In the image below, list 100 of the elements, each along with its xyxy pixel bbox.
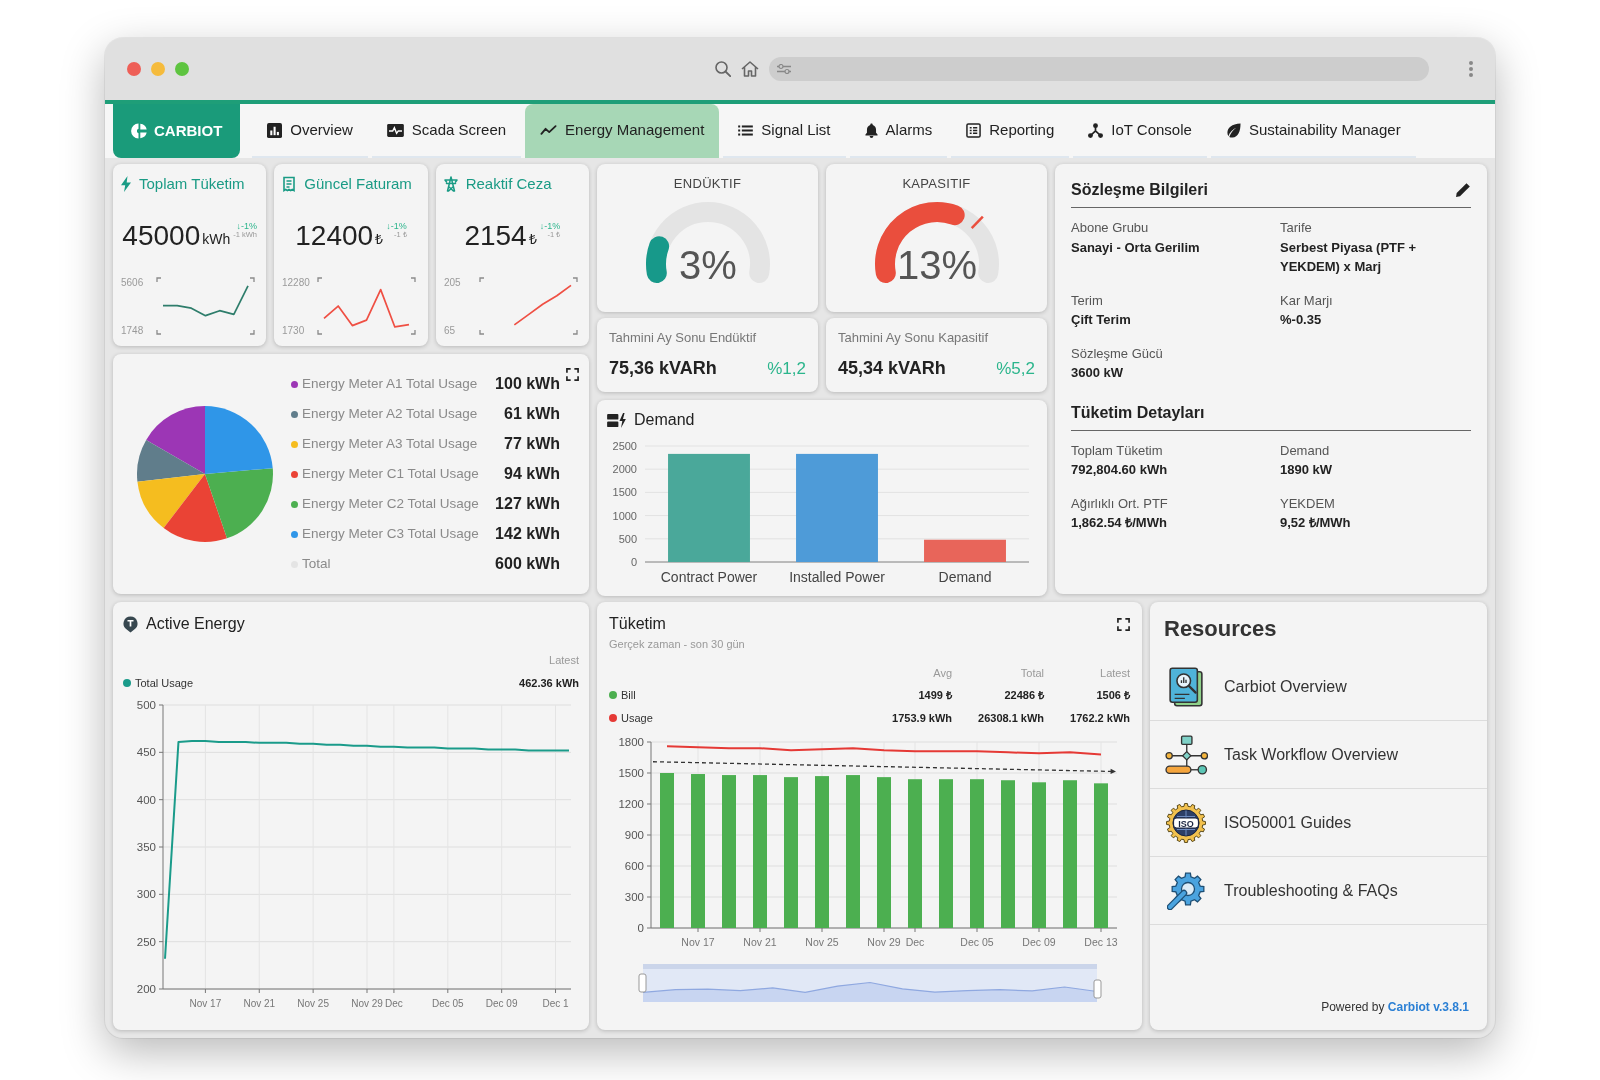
- axis-label: 1730: [282, 324, 305, 336]
- edit-icon[interactable]: [1455, 182, 1471, 198]
- receipt-icon: [282, 176, 297, 193]
- field-value: 1890 kW: [1280, 461, 1334, 479]
- axis-label: Dec: [385, 998, 403, 1009]
- axis-label: Dec 05: [431, 998, 464, 1009]
- legend-value: 127 kWh: [495, 494, 560, 514]
- axis-label: Nov 21: [743, 936, 777, 948]
- legend-value: 100 kWh: [495, 374, 560, 394]
- kpi-unit: ₺: [528, 229, 537, 249]
- column-header: Avg: [932, 665, 953, 681]
- nav-tab[interactable]: Energy Management: [525, 104, 720, 158]
- axis-label: 0: [630, 556, 637, 568]
- axis-label: 350: [136, 841, 156, 853]
- line-series: [513, 284, 572, 326]
- legend-label: Total: [302, 554, 331, 573]
- search-icon[interactable]: [715, 61, 731, 77]
- axis-label: 2000: [612, 463, 637, 476]
- legend-value: 94 kWh: [504, 464, 560, 484]
- legend-value: 61 kWh: [504, 404, 560, 424]
- stat-value: 1506 ₺: [1095, 688, 1130, 703]
- axis-label: 65: [443, 324, 455, 336]
- field-label: Ağırlıklı Ort. PTF: [1071, 494, 1169, 513]
- forecast-label: Tahmini Ay Sonu Kapasitif: [838, 329, 990, 347]
- nav-tab[interactable]: Sustainability Manager: [1210, 104, 1416, 158]
- stat-value: 22486 ₺: [1003, 688, 1045, 703]
- legend-label: Energy Meter C3 Total Usage: [302, 524, 479, 543]
- change-text: ↓-1%: [539, 221, 561, 232]
- card-subtitle: Gerçek zaman - son 30 gün: [609, 637, 745, 652]
- range-handle[interactable]: [1093, 979, 1102, 999]
- traffic-light-icon[interactable]: [127, 62, 141, 76]
- trend-line-icon: [540, 125, 558, 135]
- kpi-unit: ₺: [375, 229, 384, 249]
- gauge-title: KAPASITIF: [902, 175, 971, 193]
- legend-label: Energy Meter C1 Total Usage: [302, 464, 479, 483]
- nav-tab[interactable]: Reporting: [951, 104, 1070, 158]
- legend-label: Energy Meter A1 Total Usage: [302, 374, 478, 393]
- section-title: Sözleşme Bilgileri: [1071, 180, 1208, 200]
- resource-link[interactable]: ISO50001 Guides: [1224, 810, 1352, 835]
- field-value: %-0.35: [1280, 311, 1323, 329]
- axis-label: 900: [624, 829, 644, 841]
- resource-link[interactable]: Troubleshooting & FAQs: [1224, 878, 1398, 903]
- sliders-icon: [777, 64, 791, 74]
- axis-label: 600: [624, 860, 644, 872]
- field-value: 1,862.54 ₺/MWh: [1071, 514, 1168, 532]
- axis-label: Dec 13: [1084, 936, 1118, 948]
- gauge-reading: 13%: [896, 242, 977, 287]
- kpi-title: Toplam Tüketim: [139, 174, 245, 194]
- more-icon[interactable]: [1469, 61, 1473, 77]
- axis-label: 300: [136, 888, 156, 901]
- field-label: Demand: [1280, 441, 1331, 460]
- change-text: ↓-1%: [236, 221, 257, 232]
- axis-label: 500: [618, 532, 637, 545]
- card-title: Tüketim: [609, 614, 667, 634]
- axis-label: 1000: [612, 509, 637, 522]
- axis-label: Nov 17: [681, 936, 715, 948]
- field-label: Abone Grubu: [1071, 219, 1150, 237]
- nav-tab[interactable]: Overview: [252, 104, 368, 158]
- leaf-icon: [1225, 122, 1241, 138]
- legend-label: Energy Meter A2 Total Usage: [302, 404, 478, 423]
- axis-label: 1200: [618, 798, 644, 810]
- version-link[interactable]: Carbiot v.3.8.1: [1387, 1000, 1469, 1014]
- nav-tab[interactable]: IoT Console: [1073, 104, 1207, 158]
- fullscreen-icon[interactable]: [566, 368, 579, 381]
- field-label: Tarife: [1280, 219, 1313, 237]
- kpi-title: Güncel Faturam: [304, 174, 412, 194]
- nav-tab[interactable]: Alarms: [849, 104, 948, 158]
- pylon-icon: [443, 176, 458, 193]
- column-header: Total: [1019, 665, 1045, 681]
- axis-label: 5606: [121, 276, 144, 288]
- axis-label: 200: [136, 983, 156, 995]
- legend-label: Energy Meter C2 Total Usage: [302, 494, 479, 513]
- legend-value: 600 kWh: [495, 554, 560, 574]
- traffic-light-icon[interactable]: [175, 62, 189, 76]
- field-value: Çift Terim: [1071, 311, 1132, 329]
- fullscreen-icon[interactable]: [1117, 618, 1130, 631]
- forecast-value: 45,34 kVARh: [838, 357, 946, 380]
- logo-icon: [131, 123, 147, 139]
- field-label: Sözleşme Gücü: [1071, 344, 1164, 363]
- table-icon: [966, 122, 982, 138]
- field-label: Kar Marjı: [1280, 291, 1334, 310]
- resource-link[interactable]: Task Workflow Overview: [1224, 742, 1398, 767]
- resource-link[interactable]: Carbiot Overview: [1224, 674, 1347, 699]
- range-handle[interactable]: [638, 973, 647, 993]
- stat-value: 1753.9 kWh: [892, 710, 953, 726]
- forecast-change: %5,2: [996, 358, 1035, 380]
- axis-label: 1800: [618, 736, 644, 748]
- kpi-title: Reaktif Ceza: [465, 174, 552, 194]
- axis-label: Dec 1: [542, 998, 569, 1009]
- axis-label: Nov 17: [189, 998, 222, 1009]
- nav-tab[interactable]: Scada Screen: [371, 104, 522, 158]
- legend-label: Total Usage: [135, 675, 194, 691]
- axis-label: 1500: [618, 767, 644, 779]
- axis-label: Nov 21: [243, 998, 276, 1009]
- document-magnifier-icon: [1169, 666, 1203, 707]
- field-value: Serbest Piyasa (PTF + YEKDEM) x Marj: [1280, 238, 1418, 276]
- home-icon[interactable]: [741, 61, 759, 77]
- list-icon: [738, 124, 754, 136]
- server-bolt-icon: [607, 412, 626, 428]
- nav-tab[interactable]: Signal List: [723, 104, 846, 158]
